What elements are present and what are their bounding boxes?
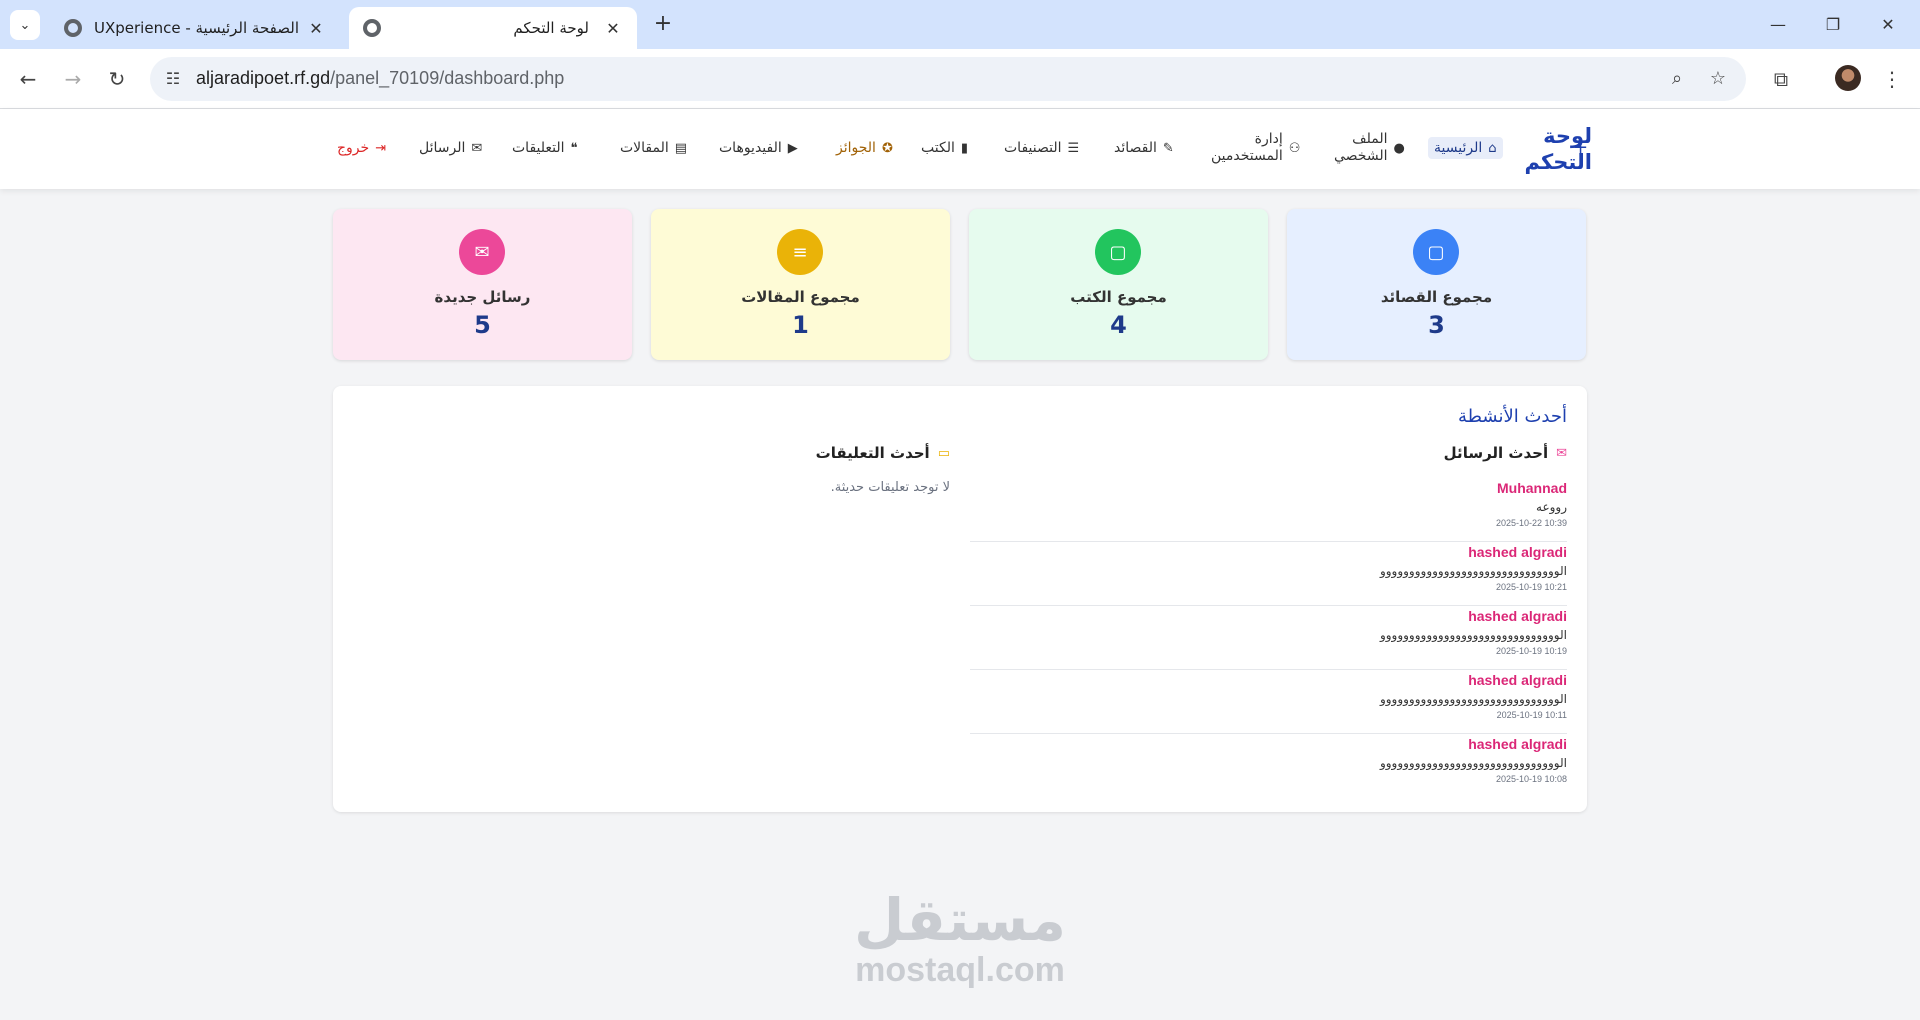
stat-card-messages: ✉ رسائل جديدة 5 [333, 209, 632, 360]
stat-value: 1 [792, 311, 809, 339]
list-item[interactable]: Muhannad رووعه 2025-10-22 10:39 [970, 478, 1567, 542]
nav-profile[interactable]: ● الملف الشخصي [1334, 131, 1405, 165]
stat-label: مجموع المقالات [741, 288, 860, 306]
nav-home[interactable]: ⌂ الرئيسية [1428, 137, 1503, 159]
envelope-icon: ✉ [474, 241, 490, 263]
browser-tab-home[interactable]: UXperience - الصفحة الرئيسية ✕ [50, 7, 340, 49]
stat-card-poems: ▢ مجموع القصائد 3 [1287, 209, 1586, 360]
tab-title: لوحة التحكم [513, 19, 589, 37]
restore-button[interactable]: ❐ [1813, 10, 1853, 40]
nav-books[interactable]: ▮ الكتب [921, 140, 968, 156]
list-item[interactable]: hashed algradi الووووووووووووووووووووووو… [970, 542, 1567, 606]
close-icon[interactable]: ✕ [306, 19, 326, 38]
document-icon: ≡ [792, 241, 808, 263]
home-icon: ⌂ [1488, 140, 1497, 156]
comments-icon: ❝ [570, 140, 578, 156]
browser-toolbar: ← → ↻ ☷ aljaradipoet.rf.gd/panel_70109/d… [0, 49, 1920, 109]
zoom-icon[interactable]: ⌕ [1665, 67, 1689, 91]
message-sender: hashed algradi [1468, 672, 1567, 688]
users-icon: ⚇ [1288, 140, 1301, 156]
watermark-arabic: مستقل [853, 886, 1067, 954]
address-bar[interactable]: ☷ aljaradipoet.rf.gd/panel_70109/dashboa… [150, 57, 1746, 101]
book-open-icon: ▢ [1427, 241, 1445, 263]
list-item[interactable]: hashed algradi الووووووووووووووووووووووو… [970, 670, 1567, 734]
chevron-down-icon: ⌄ [19, 17, 31, 33]
message-body: الووووووووووووووووووووووووووووووو [1379, 692, 1567, 706]
nav-videos[interactable]: ▶ الفيديوهات [719, 140, 798, 156]
messages-heading: ✉ أحدث الرسائل [1443, 444, 1567, 462]
list-item[interactable]: hashed algradi الووووووووووووووووووووووو… [970, 734, 1567, 798]
minimize-button[interactable]: — [1758, 10, 1798, 40]
nav-logout[interactable]: ⇥ خروج [337, 140, 386, 156]
stat-card-articles: ≡ مجموع المقالات 1 [651, 209, 950, 360]
message-body: رووعه [1536, 500, 1567, 514]
no-comments-text: لا توجد تعليقات حديثة. [830, 480, 950, 495]
envelope-icon: ✉ [471, 140, 483, 156]
award-icon: ✪ [881, 140, 893, 156]
tab-search-button[interactable]: ⌄ [10, 10, 40, 40]
stat-value: 5 [474, 311, 491, 339]
watermark-latin: mostaql.com [855, 951, 1065, 989]
browser-tab-bar: ⌄ UXperience - الصفحة الرئيسية ✕ لوحة ال… [0, 0, 1920, 49]
stat-value: 4 [1110, 311, 1127, 339]
stat-card-books: ▢ مجموع الكتب 4 [969, 209, 1268, 360]
plus-icon: + [1573, 137, 1589, 158]
stat-label: مجموع القصائد [1380, 288, 1493, 306]
watermark: مستقل mostaql.com [840, 888, 1080, 988]
close-window-button[interactable]: ✕ [1868, 10, 1908, 40]
nav-users[interactable]: ⚇ إدارة المستخدمين [1211, 131, 1300, 165]
nav-articles[interactable]: ▤ المقالات [620, 140, 687, 156]
comment-icon: ▭ [937, 445, 950, 461]
book-icon: ▢ [1109, 241, 1127, 263]
url-text[interactable]: aljaradipoet.rf.gd/panel_70109/dashboard… [196, 68, 564, 89]
globe-icon [64, 19, 82, 37]
list-item[interactable]: hashed algradi الووووووووووووووووووووووو… [970, 606, 1567, 670]
activity-panel: أحدث الأنشطة ✉ أحدث الرسائل ▭ أحدث التعل… [333, 386, 1587, 812]
stat-value: 3 [1428, 311, 1445, 339]
message-sender: hashed algradi [1468, 608, 1567, 624]
logout-icon: ⇥ [375, 140, 387, 156]
forward-button[interactable]: → [58, 64, 88, 94]
nav-poems[interactable]: ✎ القصائد [1114, 140, 1174, 156]
message-time: 2025-10-19 10:21 [1495, 582, 1567, 592]
newspaper-icon: ▤ [674, 140, 688, 156]
more-menu-icon[interactable]: ⋮ [1878, 65, 1906, 93]
message-body: الووووووووووووووووووووووووووووووو [1379, 564, 1567, 578]
site-settings-icon[interactable]: ☷ [162, 68, 184, 90]
book-icon: ▮ [960, 140, 969, 156]
globe-icon [363, 19, 381, 37]
panel-title: أحدث الأنشطة [1458, 406, 1567, 427]
message-time: 2025-10-19 10:11 [1496, 710, 1567, 720]
message-sender: hashed algradi [1468, 736, 1567, 752]
avatar[interactable] [1835, 65, 1861, 91]
nav-categories[interactable]: ☰ التصنيفات [1004, 140, 1079, 156]
browser-tab-dashboard[interactable]: لوحة التحكم ✕ [349, 7, 637, 49]
video-icon: ▶ [787, 140, 798, 156]
comments-heading: ▭ أحدث التعليقات [815, 444, 950, 462]
feather-icon: ✎ [1162, 140, 1174, 156]
extensions-icon[interactable]: ⧉ [1767, 65, 1795, 93]
message-time: 2025-10-22 10:39 [1495, 518, 1567, 528]
user-icon: ● [1393, 140, 1405, 156]
site-header: لوحة التحكم + ⌂ الرئيسية ● الملف الشخصي ⚇ … [0, 109, 1920, 189]
tab-title: UXperience - الصفحة الرئيسية [94, 19, 299, 37]
back-button[interactable]: ← [13, 64, 43, 94]
stat-label: رسائل جديدة [434, 288, 531, 306]
new-tab-button[interactable]: + [650, 12, 676, 38]
nav-comments[interactable]: ❝ التعليقات [512, 140, 578, 156]
message-sender: hashed algradi [1468, 544, 1567, 560]
message-time: 2025-10-19 10:08 [1495, 774, 1567, 784]
message-sender: Muhannad [1497, 480, 1567, 496]
message-body: الووووووووووووووووووووووووووووووو [1379, 628, 1567, 642]
close-icon[interactable]: ✕ [603, 19, 623, 38]
list-icon: ☰ [1067, 140, 1080, 156]
bookmark-star-icon[interactable]: ☆ [1706, 67, 1730, 91]
envelope-icon: ✉ [1556, 445, 1567, 461]
message-body: الووووووووووووووووووووووووووووووو [1379, 756, 1567, 770]
nav-messages[interactable]: ✉ الرسائل [419, 140, 482, 156]
reload-button[interactable]: ↻ [102, 64, 132, 94]
stat-label: مجموع الكتب [1070, 288, 1167, 306]
nav-awards[interactable]: ✪ الجوائز [836, 140, 893, 156]
message-time: 2025-10-19 10:19 [1495, 646, 1567, 656]
